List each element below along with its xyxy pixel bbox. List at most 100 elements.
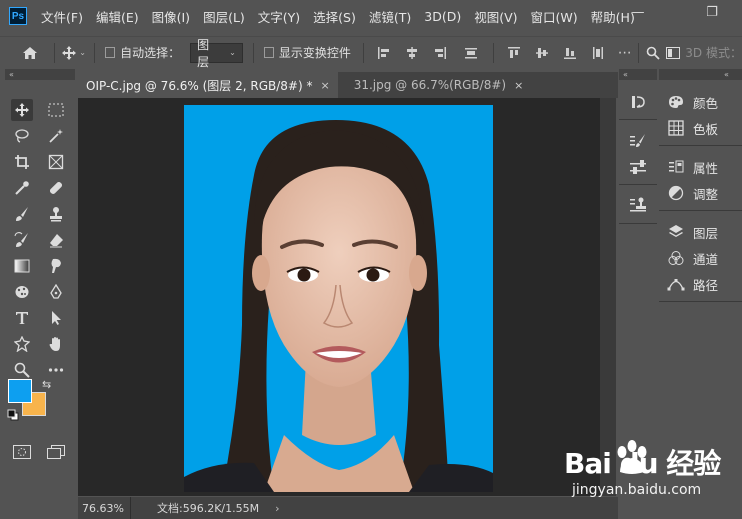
align-bottom-icon[interactable] <box>563 46 577 60</box>
panel-adjustments[interactable]: 调整 <box>659 180 742 206</box>
watermark-brand: Bai du 经验 <box>564 447 721 480</box>
brush-settings-icon[interactable] <box>619 128 657 154</box>
menu-window[interactable]: 窗口(W) <box>531 7 578 26</box>
menu-edit[interactable]: 编辑(E) <box>96 7 139 26</box>
align-top-icon[interactable] <box>507 46 521 60</box>
panel-swatches[interactable]: 色板 <box>659 115 742 141</box>
search-icon[interactable] <box>645 46 661 60</box>
quick-mask-icon[interactable] <box>11 441 33 463</box>
healing-brush-tool-icon[interactable] <box>45 177 67 199</box>
panel-channels[interactable]: 通道 <box>659 245 742 271</box>
align-middle-vertical-icon[interactable] <box>535 46 549 60</box>
auto-select-target-dropdown[interactable]: 图层 ⌄ <box>190 38 243 69</box>
tab-31-jpg[interactable]: 31.jpg @ 66.7%(RGB/8#) × <box>346 72 532 98</box>
shape-tool-icon[interactable] <box>11 333 33 355</box>
layers-icon <box>667 223 685 241</box>
sponge-tool-icon[interactable] <box>11 281 33 303</box>
chevron-down-icon: ⌄ <box>229 48 236 57</box>
workspace-icon[interactable] <box>665 46 681 59</box>
tab-label: 31.jpg @ 66.7%(RGB/8#) <box>353 78 507 92</box>
type-tool-icon[interactable] <box>11 307 33 329</box>
canvas-workspace[interactable] <box>78 98 600 496</box>
options-bar: ⌄ 自动选择： 图层 ⌄ 显示变换控件 ⋯ 3D 模式： <box>0 36 742 69</box>
close-icon[interactable]: × <box>320 79 329 92</box>
magic-wand-tool-icon[interactable] <box>45 125 67 147</box>
marquee-tool-icon[interactable] <box>45 99 67 121</box>
move-tool-icon[interactable] <box>61 45 77 61</box>
menu-layer[interactable]: 图层(L) <box>203 7 245 26</box>
swap-colors-icon[interactable]: ⇆ <box>42 379 56 393</box>
channels-icon <box>667 249 685 267</box>
panel-color[interactable]: 颜色 <box>659 89 742 115</box>
auto-select-checkbox[interactable] <box>104 47 116 58</box>
panels-collapse-strip[interactable] <box>659 69 742 80</box>
status-bar: 76.63% 文档:596.2K/1.55M › <box>78 497 618 519</box>
menu-type[interactable]: 文字(Y) <box>258 7 300 26</box>
align-right-icon[interactable] <box>433 46 447 60</box>
minimize-button[interactable]: — <box>618 0 658 24</box>
zoom-level[interactable]: 76.63% <box>78 502 130 515</box>
lasso-tool-icon[interactable] <box>11 125 33 147</box>
pen-tool-icon[interactable] <box>45 281 67 303</box>
document-tabs: OIP-C.jpg @ 76.6% (图层 2, RGB/8#) * × 31.… <box>78 72 618 98</box>
menu-3d[interactable]: 3D(D) <box>424 9 461 24</box>
panel-swatches-label: 色板 <box>693 121 719 137</box>
frame-tool-icon[interactable] <box>45 151 67 173</box>
collapse-arrows-icon[interactable]: « <box>724 69 729 80</box>
collapse-arrows-icon[interactable]: « <box>9 69 14 80</box>
path-selection-tool-icon[interactable] <box>45 307 67 329</box>
toolbar-collapse-strip[interactable] <box>5 69 75 80</box>
more-options-icon[interactable]: ⋯ <box>618 45 632 61</box>
portrait-photo[interactable] <box>184 105 493 492</box>
swatches-icon <box>667 119 685 137</box>
eraser-tool-icon[interactable] <box>45 229 67 251</box>
default-colors-icon[interactable] <box>7 409 19 421</box>
properties-icon <box>667 158 685 176</box>
panel-paths-label: 路径 <box>693 277 719 293</box>
restore-button[interactable]: ❐ <box>692 0 732 24</box>
home-icon[interactable] <box>20 45 40 61</box>
document-size: 文档:596.2K/1.55M <box>157 502 260 515</box>
crop-tool-icon[interactable] <box>11 151 33 173</box>
close-icon[interactable]: × <box>514 79 523 92</box>
distribute-vertical-icon[interactable] <box>591 46 605 60</box>
screen-mode-icon[interactable] <box>45 441 67 463</box>
show-transform-label: 显示变换控件 <box>278 46 351 60</box>
gradient-tool-icon[interactable] <box>11 255 33 277</box>
panel-adjustments-label: 调整 <box>693 186 719 202</box>
menu-image[interactable]: 图像(I) <box>152 7 190 26</box>
move-tool-icon[interactable] <box>11 99 33 121</box>
adjust-sliders-icon[interactable] <box>619 154 657 180</box>
collapse-arrows-icon[interactable]: « <box>623 69 628 80</box>
hand-tool-icon[interactable] <box>45 333 67 355</box>
align-center-horizontal-icon[interactable] <box>405 46 419 60</box>
photoshop-logo-icon[interactable]: Ps <box>9 7 27 25</box>
chevron-right-icon[interactable]: › <box>275 502 279 515</box>
foreground-color-swatch[interactable] <box>8 379 32 403</box>
eyedropper-tool-icon[interactable] <box>11 177 33 199</box>
panel-layers-label: 图层 <box>693 225 719 241</box>
zoom-tool-icon[interactable] <box>11 359 33 381</box>
show-transform-checkbox[interactable] <box>263 47 274 58</box>
align-left-icon[interactable] <box>377 46 391 60</box>
tab-oip-c[interactable]: OIP-C.jpg @ 76.6% (图层 2, RGB/8#) * × <box>78 72 338 98</box>
history-brush-tool-icon[interactable] <box>11 229 33 251</box>
clone-source-icon[interactable] <box>619 191 657 217</box>
menu-file[interactable]: 文件(F) <box>41 7 83 26</box>
adjustments-icon <box>667 184 685 202</box>
menu-filter[interactable]: 滤镜(T) <box>369 7 411 26</box>
chevron-down-icon[interactable]: ⌄ <box>77 48 88 57</box>
menu-view[interactable]: 视图(V) <box>474 7 517 26</box>
distribute-horizontal-icon[interactable] <box>464 46 478 60</box>
panel-paths[interactable]: 路径 <box>659 271 742 297</box>
history-panel-icon[interactable] <box>619 89 657 115</box>
stamp-tool-icon[interactable] <box>45 203 67 225</box>
panel-layers[interactable]: 图层 <box>659 219 742 245</box>
brush-tool-icon[interactable] <box>11 203 33 225</box>
smudge-tool-icon[interactable] <box>45 255 67 277</box>
watermark-url: jingyan.baidu.com <box>572 482 702 498</box>
panel-channels-label: 通道 <box>693 251 719 267</box>
panel-color-label: 颜色 <box>693 95 719 111</box>
panel-properties[interactable]: 属性 <box>659 154 742 180</box>
menu-select[interactable]: 选择(S) <box>313 7 356 26</box>
